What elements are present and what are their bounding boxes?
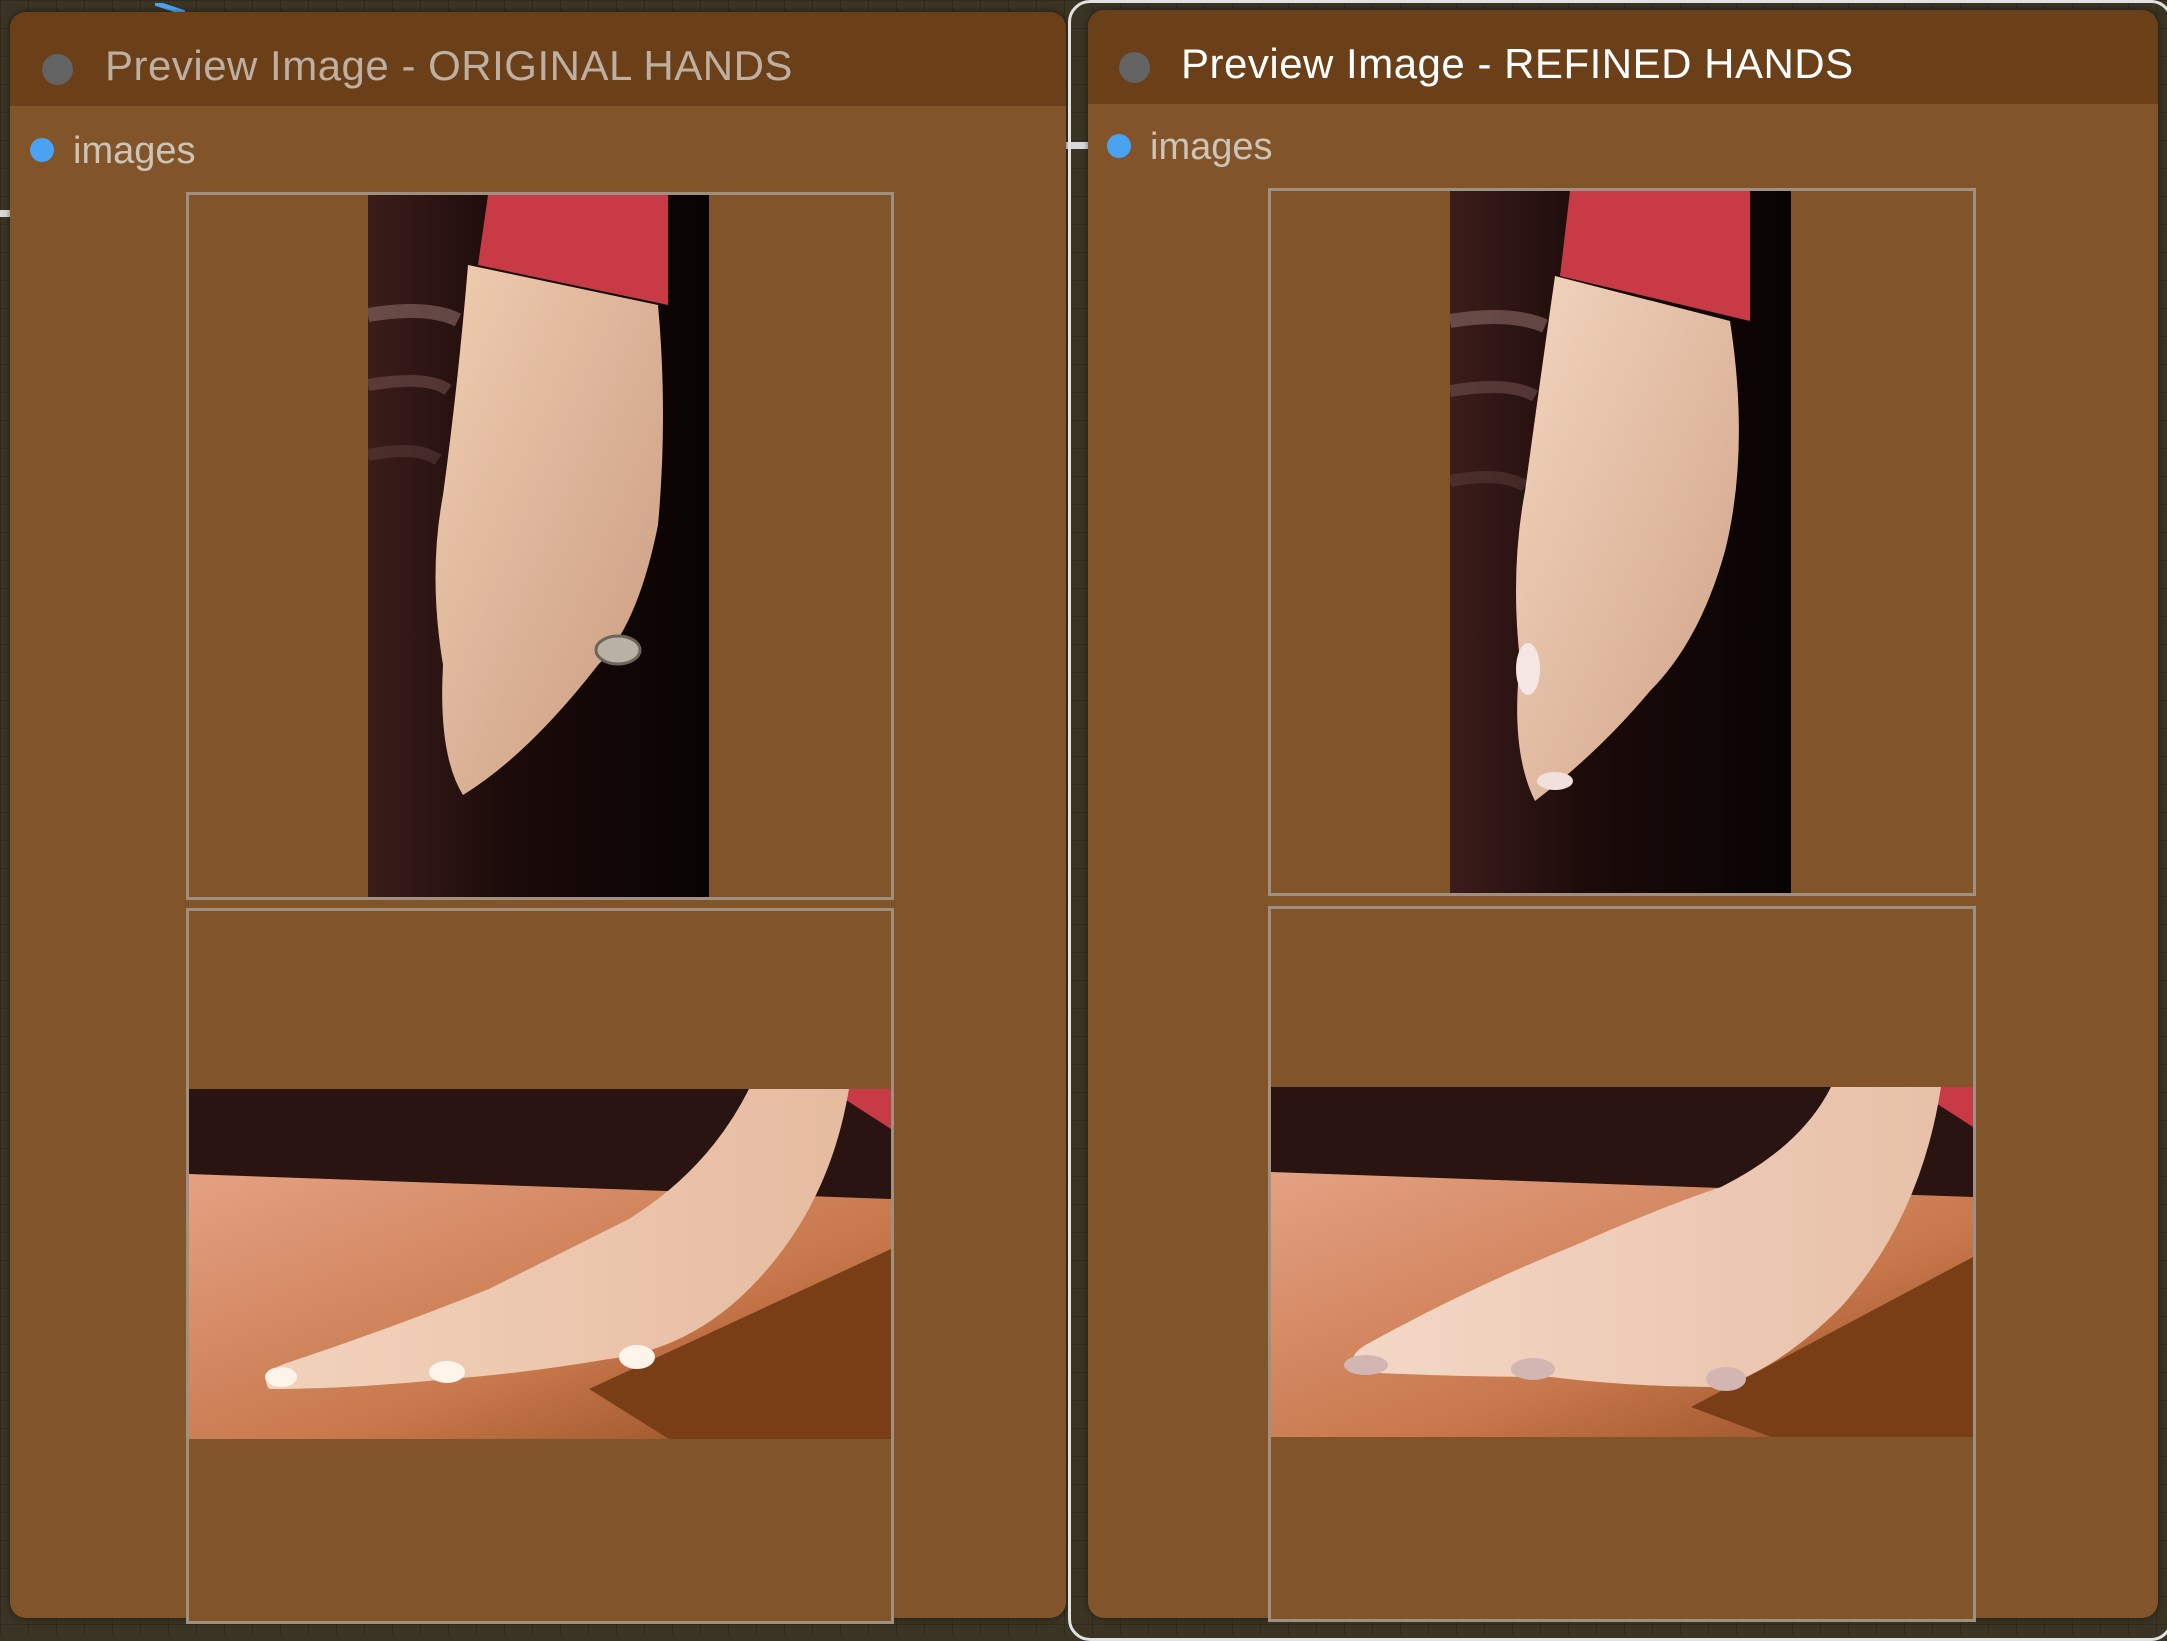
hand-image-vertical: [1450, 191, 1791, 893]
node-header[interactable]: Preview Image - ORIGINAL HANDS: [10, 12, 1066, 106]
images-input-slot[interactable]: [30, 138, 54, 162]
images-input-slot[interactable]: [1107, 134, 1131, 158]
node-title: Preview Image - ORIGINAL HANDS: [105, 42, 793, 89]
preview-image-node-refined[interactable]: Preview Image - REFINED HANDS images: [1088, 10, 2158, 1622]
hand-image-vertical: [368, 195, 709, 897]
node-header[interactable]: Preview Image - REFINED HANDS: [1088, 10, 2158, 104]
preview-image-thumbnail[interactable]: [1450, 191, 1791, 893]
preview-image-frame[interactable]: [1268, 188, 1976, 896]
node-status-dot[interactable]: [42, 54, 73, 85]
preview-image-frame[interactable]: [186, 908, 894, 1624]
hand-image-table: [189, 1089, 891, 1439]
preview-image-thumbnail[interactable]: [1271, 1087, 1973, 1437]
link-wire: [154, 0, 186, 16]
images-slot-label: images: [73, 130, 196, 172]
preview-image-frame[interactable]: [186, 192, 894, 900]
hand-image-table: [1271, 1087, 1973, 1437]
preview-image-thumbnail[interactable]: [368, 195, 709, 897]
preview-image-thumbnail[interactable]: [189, 1089, 891, 1439]
preview-image-frame[interactable]: [1268, 906, 1976, 1622]
preview-image-node-original[interactable]: Preview Image - ORIGINAL HANDS images: [10, 12, 1066, 1624]
images-slot-label: images: [1150, 126, 1273, 168]
node-status-dot[interactable]: [1119, 52, 1150, 83]
node-title: Preview Image - REFINED HANDS: [1181, 40, 1854, 87]
